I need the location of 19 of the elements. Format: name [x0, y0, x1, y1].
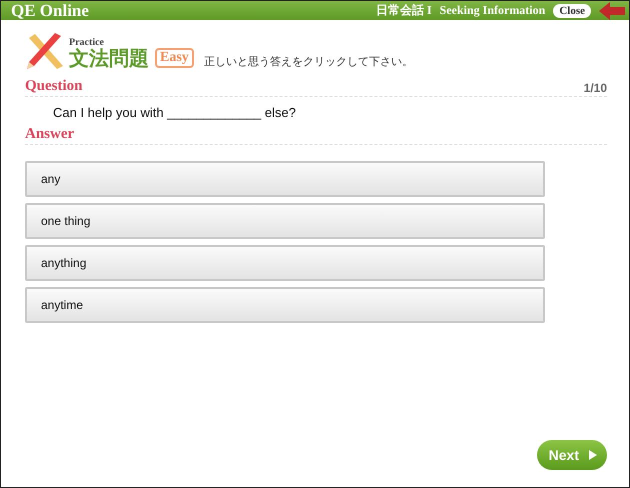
question-text: Can I help you with _____________ else?: [52, 104, 297, 122]
play-triangle-icon: [589, 450, 597, 460]
question-heading: Question: [25, 78, 83, 95]
instruction-text: 正しいと思う答えをクリックして下さい。: [204, 55, 413, 69]
course-name: 日常会話 I: [376, 2, 432, 19]
pencil-cross-icon: [25, 32, 65, 70]
practice-label: Practice: [69, 37, 105, 48]
app-title: QE Online: [11, 1, 90, 20]
answer-heading: Answer: [25, 126, 74, 143]
answer-option[interactable]: one thing: [25, 203, 545, 239]
back-arrow-icon[interactable]: [599, 2, 625, 20]
answer-option[interactable]: anything: [25, 245, 545, 281]
exercise-title: 文法問題: [69, 48, 149, 70]
answer-option[interactable]: anytime: [25, 287, 545, 323]
close-button[interactable]: Close: [553, 4, 591, 18]
progress-counter: 1/10: [584, 81, 607, 95]
answer-option[interactable]: any: [25, 161, 545, 197]
lesson-name: Seeking Information: [440, 3, 546, 18]
difficulty-tag: Easy: [155, 48, 194, 68]
